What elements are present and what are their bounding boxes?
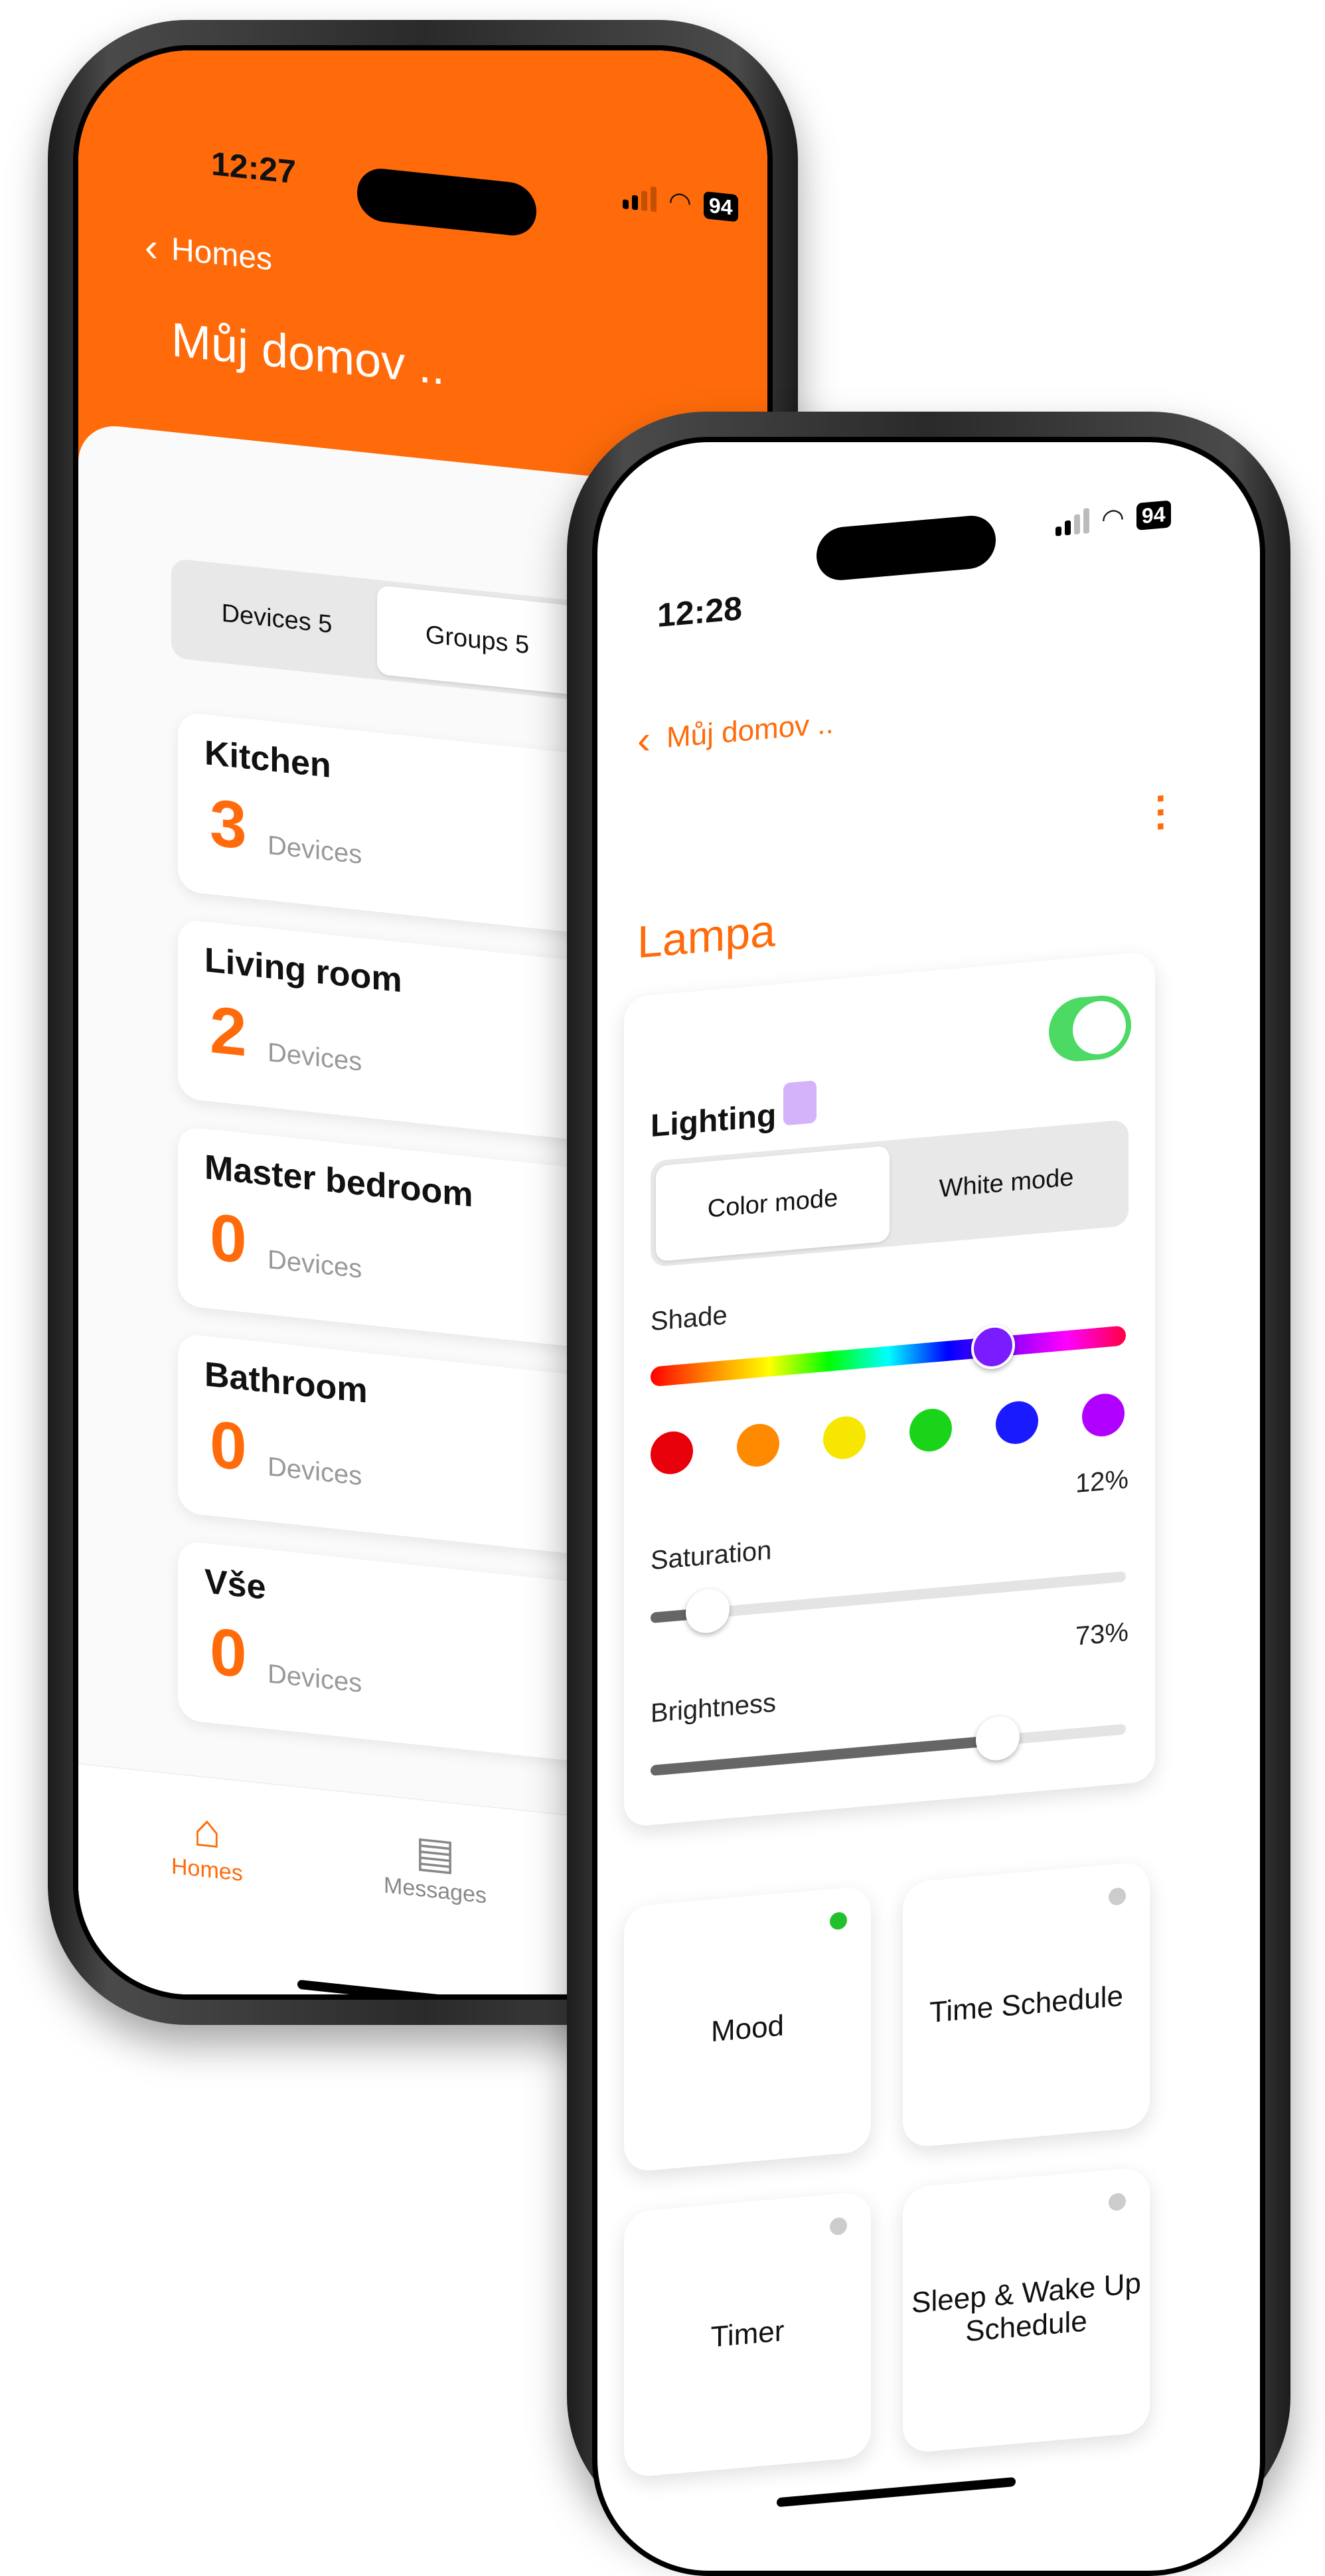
- mode-segment: Color mode White mode: [651, 1119, 1129, 1268]
- tile-sleep-wake-schedule[interactable]: Sleep & Wake Up Schedule: [903, 2166, 1150, 2454]
- lighting-card: Lighting Color mode White mode Shade 12%…: [624, 951, 1155, 1828]
- tab-messages[interactable]: ▤ Messages: [384, 1822, 487, 1909]
- tab-color-mode[interactable]: Color mode: [656, 1145, 890, 1262]
- chevron-left-icon: ‹: [637, 717, 651, 763]
- messages-icon: ▤: [415, 1826, 455, 1879]
- device-title: Lampa: [637, 905, 775, 968]
- group-unit: Devices: [268, 1451, 362, 1491]
- back-label: Můj domov ..: [666, 706, 834, 754]
- wifi-icon: ◠: [668, 186, 692, 218]
- battery-indicator: 94: [703, 191, 738, 222]
- tile-time-schedule[interactable]: Time Schedule: [903, 1861, 1150, 2148]
- tile-label: Sleep & Wake Up Schedule: [911, 2267, 1141, 2348]
- tab-label: Homes: [171, 1853, 243, 1887]
- brightness-slider-thumb[interactable]: [975, 1714, 1020, 1763]
- home-indicator: [777, 2476, 1016, 2508]
- chevron-left-icon: ‹: [145, 224, 158, 270]
- shade-label: Shade: [651, 1300, 728, 1337]
- saturation-slider[interactable]: [651, 1571, 1126, 1635]
- tab-label: Messages: [384, 1872, 487, 1909]
- preset-color-purple[interactable]: [1082, 1392, 1125, 1439]
- status-indicator: [830, 1911, 847, 1931]
- group-name: Vše: [204, 1562, 266, 1607]
- dynamic-island: [817, 513, 996, 583]
- preset-color-red[interactable]: [651, 1429, 693, 1477]
- devices-groups-segment: Devices 5 Groups 5: [171, 558, 583, 701]
- brightness-slider[interactable]: [651, 1714, 1126, 1777]
- tab-devices[interactable]: Devices 5: [177, 564, 377, 675]
- saturation-slider-thumb[interactable]: [685, 1587, 730, 1635]
- more-options-icon[interactable]: · · ·: [1155, 775, 1168, 849]
- shade-slider[interactable]: [651, 1323, 1126, 1388]
- saturation-value: 12%: [1075, 1465, 1129, 1499]
- home-icon: ⌂: [193, 1803, 221, 1858]
- back-button[interactable]: ‹ Můj domov ..: [637, 700, 834, 764]
- status-indicator: [830, 2217, 847, 2236]
- group-count: 0: [210, 1406, 247, 1485]
- color-swatch: [783, 1080, 817, 1126]
- brightness-value: 73%: [1075, 1617, 1129, 1652]
- group-count: 3: [210, 785, 247, 864]
- battery-indicator: 94: [1136, 499, 1171, 530]
- tile-label: Timer: [710, 2314, 785, 2354]
- status-indicator: [1109, 2192, 1126, 2212]
- tab-homes[interactable]: ⌂ Homes: [171, 1801, 243, 1887]
- wifi-icon: ◠: [1101, 503, 1125, 534]
- brightness-fill: [651, 1735, 998, 1777]
- preset-color-orange[interactable]: [737, 1422, 779, 1469]
- group-name: Bathroom: [204, 1354, 368, 1411]
- status-indicator: [1109, 1887, 1126, 1906]
- tab-white-mode[interactable]: White mode: [890, 1125, 1123, 1242]
- shade-slider-thumb[interactable]: [971, 1323, 1015, 1371]
- saturation-label: Saturation: [651, 1536, 772, 1576]
- group-count: 2: [210, 992, 247, 1071]
- group-unit: Devices: [268, 1658, 362, 1698]
- tile-label: Time Schedule: [929, 1979, 1123, 2030]
- group-name: Kitchen: [204, 733, 331, 786]
- group-unit: Devices: [268, 1037, 362, 1077]
- status-time: 12:28: [657, 589, 742, 635]
- tile-mood[interactable]: Mood: [624, 1885, 871, 2173]
- back-label: Homes: [171, 231, 273, 278]
- tile-timer[interactable]: Timer: [624, 2190, 871, 2478]
- signal-icon: [1055, 508, 1089, 536]
- lighting-label: Lighting: [651, 1097, 777, 1145]
- preset-color-green[interactable]: [909, 1407, 952, 1453]
- power-toggle[interactable]: [1049, 993, 1131, 1064]
- status-icons: ◠ 94: [1055, 498, 1171, 538]
- group-unit: Devices: [268, 830, 362, 870]
- tile-label: Mood: [710, 2009, 785, 2049]
- device-screen: 12:28 ◠ 94 ‹ Můj domov .. · · · Lampa Ligh…: [592, 437, 1265, 2576]
- phone-device-detail: 12:28 ◠ 94 ‹ Můj domov .. · · · Lampa Ligh…: [567, 412, 1290, 2576]
- home-indicator: [297, 1979, 563, 1994]
- signal-icon: [623, 183, 657, 212]
- preset-color-blue[interactable]: [996, 1399, 1038, 1446]
- group-count: 0: [210, 1613, 247, 1692]
- preset-color-yellow[interactable]: [823, 1414, 866, 1461]
- group-name: Living room: [204, 940, 402, 1001]
- tab-groups[interactable]: Groups 5: [377, 585, 578, 696]
- group-unit: Devices: [268, 1244, 362, 1284]
- group-count: 0: [210, 1199, 247, 1278]
- brightness-label: Brightness: [651, 1688, 776, 1729]
